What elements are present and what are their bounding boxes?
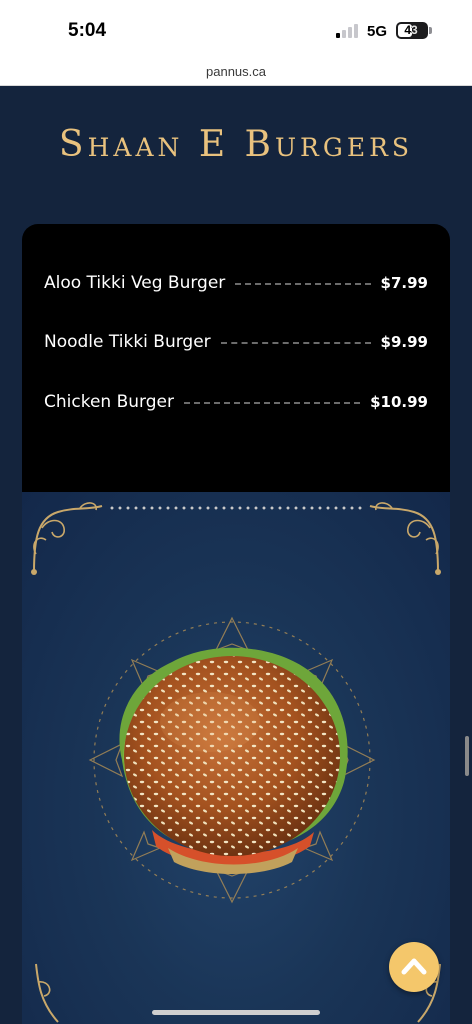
battery-icon: 43 xyxy=(396,22,428,39)
home-indicator xyxy=(152,1010,320,1015)
status-time: 5:04 xyxy=(68,20,107,41)
dotted-leader xyxy=(220,342,371,344)
corner-ornament-top-left xyxy=(31,502,103,575)
burger-image xyxy=(88,616,376,904)
status-bar: 5:04 5G 43 xyxy=(0,0,472,58)
page-content: Shaan E Burgers Aloo Tikki Veg Burger $7… xyxy=(0,86,472,1024)
menu-card: Aloo Tikki Veg Burger $7.99 Noodle Tikki… xyxy=(22,224,450,496)
menu-item-price: $7.99 xyxy=(380,274,428,292)
menu-item: Noodle Tikki Burger $9.99 xyxy=(44,331,428,353)
menu-item-name: Aloo Tikki Veg Burger xyxy=(44,273,226,293)
dotted-divider xyxy=(108,506,364,510)
menu-item-name: Chicken Burger xyxy=(44,392,174,412)
dotted-leader xyxy=(235,283,371,285)
hero-section xyxy=(22,492,450,1024)
chevron-up-icon xyxy=(401,958,427,975)
scrollbar[interactable] xyxy=(465,736,469,776)
menu-item-price: $10.99 xyxy=(370,393,428,411)
address-bar[interactable]: pannus.ca xyxy=(0,58,472,86)
dotted-leader xyxy=(183,402,361,404)
menu-item-name: Noodle Tikki Burger xyxy=(44,332,211,352)
battery-cap xyxy=(429,27,432,34)
corner-ornament-bottom-left xyxy=(35,963,59,1023)
network-label: 5G xyxy=(367,23,388,40)
page-title: Shaan E Burgers xyxy=(58,124,414,165)
menu-item-price: $9.99 xyxy=(380,333,428,351)
url-text[interactable]: pannus.ca xyxy=(0,64,472,79)
signal-icon xyxy=(336,24,360,38)
menu-item: Aloo Tikki Veg Burger $7.99 xyxy=(44,272,428,294)
battery-level: 43 xyxy=(404,23,418,37)
menu-item: Chicken Burger $10.99 xyxy=(44,391,428,413)
corner-ornament-top-right xyxy=(369,502,441,575)
scroll-to-top-button[interactable] xyxy=(389,942,439,992)
